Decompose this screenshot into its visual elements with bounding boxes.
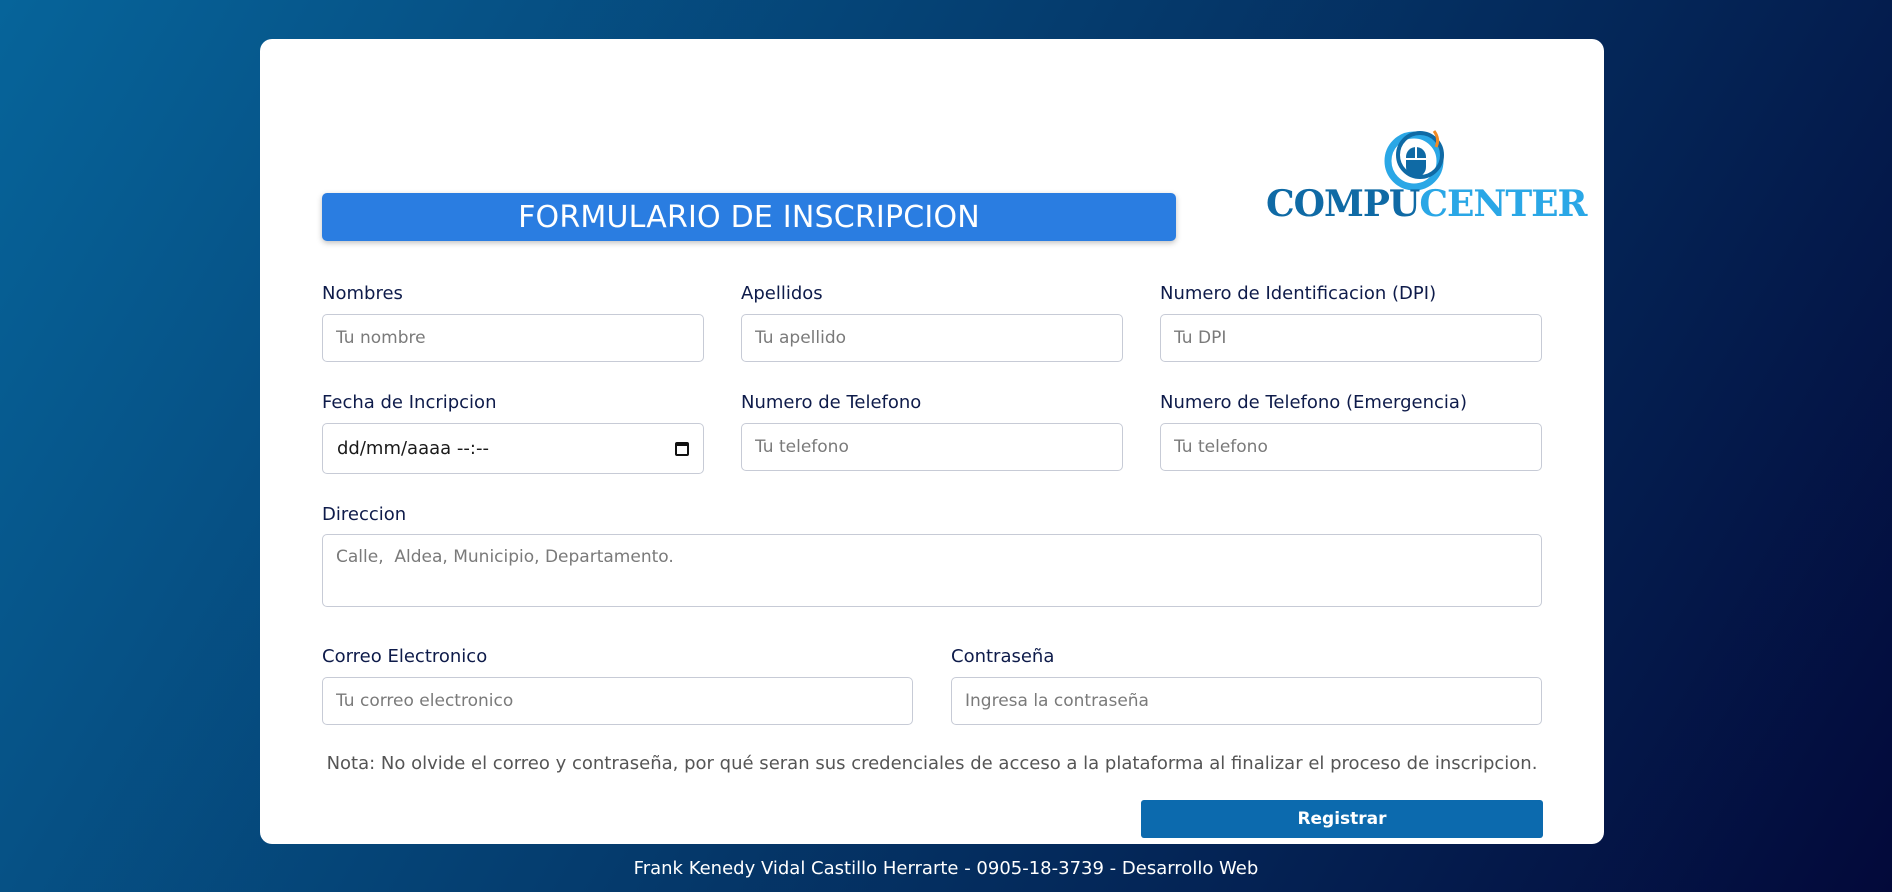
telefono-input[interactable] [741,423,1123,471]
credentials-note: Nota: No olvide el correo y contraseña, … [326,753,1538,774]
dpi-label: Numero de Identificacion (DPI) [1160,283,1437,304]
contrasena-label: Contraseña [951,646,1055,667]
form-title: FORMULARIO DE INSCRIPCION [322,193,1176,241]
registrar-button[interactable]: Registrar [1141,800,1543,838]
apellidos-input[interactable] [741,314,1123,362]
footer-credits: Frank Kenedy Vidal Castillo Herrarte - 0… [633,858,1259,879]
dpi-input[interactable] [1160,314,1542,362]
nombres-label: Nombres [322,283,403,304]
correo-input[interactable] [322,677,913,725]
fecha-label: Fecha de Incripcion [322,392,497,413]
logo-text: COMPUCENTER [1266,183,1587,225]
calendar-icon[interactable] [675,441,689,456]
direccion-input[interactable] [322,534,1542,607]
telefono-label: Numero de Telefono [741,392,922,413]
fecha-value: dd/mm/aaaa --:-- [337,438,489,459]
form-card: COMPUCENTER FORMULARIO DE INSCRIPCION No… [260,39,1604,844]
telefono-emergencia-label: Numero de Telefono (Emergencia) [1160,392,1467,413]
apellidos-label: Apellidos [741,283,823,304]
telefono-emergencia-input[interactable] [1160,423,1542,471]
compucenter-logo: COMPUCENTER [1266,79,1587,229]
nombres-input[interactable] [322,314,704,362]
logo-text-center: CENTER [1419,183,1587,225]
correo-label: Correo Electronico [322,646,488,667]
logo-text-compu: COMPU [1266,183,1420,225]
fecha-input[interactable]: dd/mm/aaaa --:-- [322,423,704,474]
direccion-label: Direccion [322,504,407,525]
contrasena-input[interactable] [951,677,1542,725]
